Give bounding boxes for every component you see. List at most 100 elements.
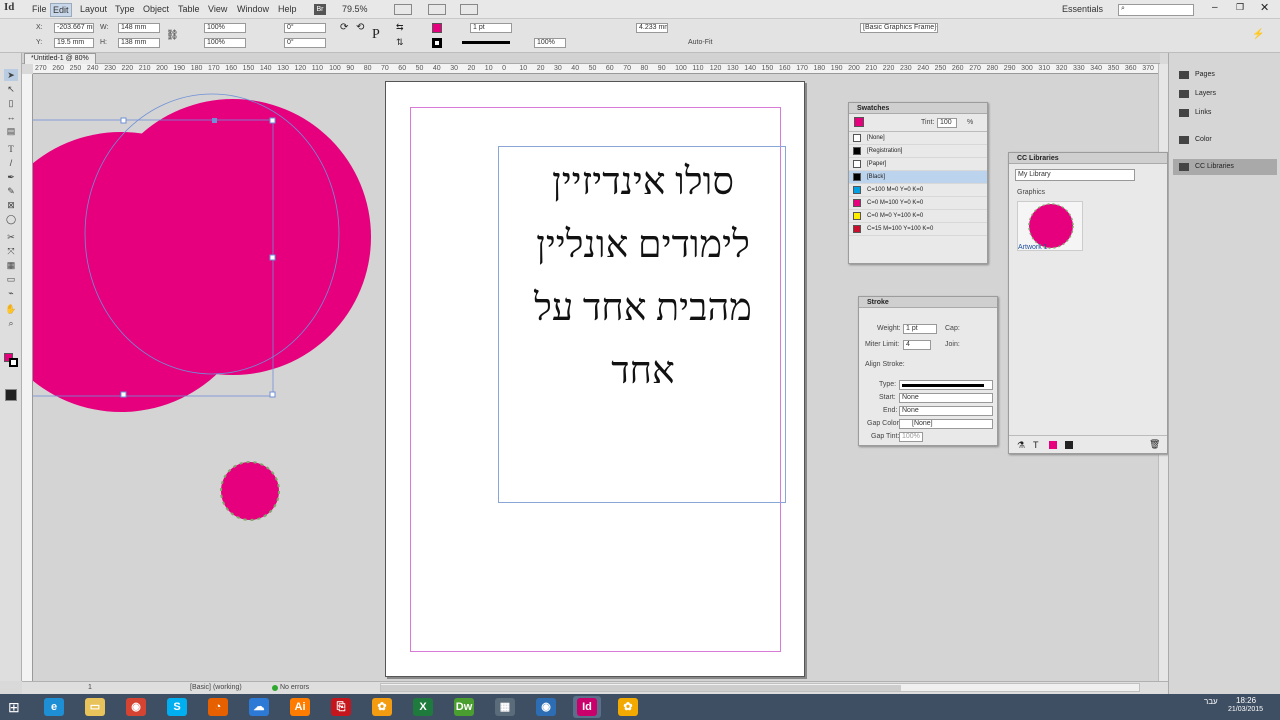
folder-icon[interactable]: ▭ — [81, 696, 109, 718]
dock-layers[interactable]: Layers — [1173, 86, 1277, 102]
graphic-icon[interactable] — [1065, 441, 1073, 449]
library-select[interactable]: My Library — [1015, 169, 1135, 181]
firefox-icon[interactable]: ◔ — [204, 696, 232, 718]
dock-cc-libraries[interactable]: CC Libraries — [1173, 159, 1277, 175]
ellipse-tool-icon[interactable]: ◯ — [4, 213, 18, 225]
pencil-tool-icon[interactable]: ✎ — [4, 185, 18, 197]
dock-links[interactable]: Links — [1173, 105, 1277, 121]
w-field[interactable]: 148 mm — [118, 23, 160, 33]
opacity-field[interactable]: 100% — [534, 38, 566, 48]
search-input[interactable]: ⌕ — [1118, 4, 1194, 16]
gap-tool-icon[interactable]: ↔ — [4, 111, 18, 123]
shear-field[interactable]: 0° — [284, 38, 326, 48]
menu-type[interactable]: Type — [113, 3, 137, 15]
swatch-row[interactable]: [Black] — [849, 171, 987, 184]
object-style-select[interactable]: [Basic Graphics Frame]+ — [860, 23, 938, 33]
view-options-icon[interactable] — [394, 4, 412, 15]
menu-file[interactable]: File — [30, 3, 49, 15]
start-button[interactable]: ⊞ — [8, 699, 24, 715]
chrome-icon[interactable]: ◉ — [122, 696, 150, 718]
pen-tool-icon[interactable]: ✒ — [4, 171, 18, 183]
swatches-panel-title[interactable]: Swatches — [849, 103, 987, 114]
flip-vertical-icon[interactable]: ⇅ — [396, 37, 404, 48]
ie-icon[interactable]: e — [40, 696, 68, 718]
start-select[interactable]: None — [899, 393, 993, 403]
bridge-button[interactable]: Br — [314, 4, 326, 15]
stroke-swatch[interactable] — [432, 38, 442, 48]
preflight-profile[interactable]: [Basic] (working) — [190, 684, 242, 691]
close-icon[interactable]: ✕ — [1260, 1, 1269, 14]
text-frame[interactable]: סולו אינדיזיין לימודים אונליין מהבית אחד… — [498, 146, 786, 503]
minimize-icon[interactable]: – — [1212, 2, 1218, 13]
miter-limit-field[interactable]: 4 — [903, 340, 931, 350]
add-content-icon[interactable]: ⚗ — [1017, 440, 1025, 451]
excel-icon[interactable]: X — [409, 696, 437, 718]
clock-date[interactable]: 21/03/2015 — [1228, 706, 1263, 713]
weight-field[interactable]: 1 pt — [903, 324, 937, 334]
direct-selection-tool-icon[interactable]: ↖ — [4, 83, 18, 95]
swatch-row[interactable]: C=0 M=0 Y=100 K=0 — [849, 210, 987, 223]
stroke-panel-title[interactable]: Stroke — [859, 297, 997, 308]
note-tool-icon[interactable]: ▭ — [4, 273, 18, 285]
swatch-row[interactable]: [None] — [849, 132, 987, 145]
color-icon[interactable] — [1049, 441, 1057, 449]
content-collector-icon[interactable]: ▤ — [4, 125, 18, 137]
arrange-documents-icon[interactable] — [460, 4, 478, 15]
calculator-icon[interactable]: ▦ — [491, 696, 519, 718]
menu-table[interactable]: Table — [176, 3, 202, 15]
document-page[interactable]: סולו אינדיזיין לימודים אונליין מהבית אחד… — [385, 81, 805, 677]
small-magenta-circle[interactable] — [219, 460, 281, 522]
cc-libraries-title[interactable]: CC Libraries — [1009, 153, 1167, 164]
maximize-icon[interactable]: ❐ — [1236, 2, 1244, 13]
screen-mode-icon[interactable] — [428, 4, 446, 15]
paint-icon[interactable]: ◉ — [532, 696, 560, 718]
dock-color[interactable]: Color — [1173, 132, 1277, 148]
page-number[interactable]: 1 — [88, 684, 92, 691]
rotate-icon[interactable]: ⟳ — [340, 22, 348, 33]
path-type-icon[interactable]: P — [372, 27, 380, 43]
swatch-row[interactable]: C=0 M=100 Y=0 K=0 — [849, 197, 987, 210]
acrobat-icon[interactable]: ⎘ — [327, 696, 355, 718]
gap-color-select[interactable]: [None] — [899, 419, 993, 429]
input-language[interactable]: עבר — [1204, 697, 1218, 706]
quick-apply-icon[interactable]: ⚡ — [1252, 29, 1264, 40]
scale-x-field[interactable]: 100% — [204, 23, 246, 33]
auto-fit-checkbox[interactable]: Auto-Fit — [688, 39, 713, 46]
zoom-tool-icon[interactable]: ⌕ — [4, 317, 18, 329]
dock-pages[interactable]: Pages — [1173, 67, 1277, 83]
app-icon[interactable]: ✿ — [368, 696, 396, 718]
end-select[interactable]: None — [899, 406, 993, 416]
fill-swatch[interactable] — [432, 23, 442, 33]
delete-icon[interactable]: 🗑 — [1149, 439, 1160, 450]
stroke-weight-field[interactable]: 1 pt — [470, 23, 512, 33]
free-transform-tool-icon[interactable]: ⤧ — [4, 245, 18, 257]
constrain-proportions-icon[interactable]: ⛓ — [166, 30, 179, 41]
circles-artwork[interactable] — [33, 74, 393, 414]
preflight-errors[interactable]: No errors — [280, 684, 309, 691]
toolbar-stroke-swatch[interactable] — [9, 358, 18, 367]
clock-time[interactable]: 18:26 — [1236, 696, 1256, 705]
menu-edit[interactable]: Edit — [50, 3, 72, 17]
type-tool-icon[interactable]: T — [4, 143, 18, 155]
swatch-row[interactable]: [Paper] — [849, 158, 987, 171]
document-tab[interactable]: *Untitled-1 @ 80% — [24, 53, 96, 64]
swatch-fill-icon[interactable] — [854, 117, 864, 127]
menu-help[interactable]: Help — [276, 3, 299, 15]
text-icon[interactable]: T — [1033, 440, 1039, 450]
app2-icon[interactable]: ✿ — [614, 696, 642, 718]
line-tool-icon[interactable]: / — [4, 157, 18, 169]
horizontal-scrollbar[interactable] — [380, 683, 1140, 692]
indesign-icon[interactable]: Id — [573, 696, 601, 718]
scale-y-field[interactable]: 100% — [204, 38, 246, 48]
flip-horizontal-icon[interactable]: ⇆ — [396, 22, 404, 33]
menu-object[interactable]: Object — [141, 3, 171, 15]
h-field[interactable]: 138 mm — [118, 38, 160, 48]
screen-mode-button[interactable] — [5, 389, 17, 401]
y-field[interactable]: 19.5 mm — [54, 38, 94, 48]
gap-tint-field[interactable]: 100% — [899, 432, 923, 442]
selection-tool-icon[interactable]: ➤ — [4, 69, 18, 81]
rectangle-frame-tool-icon[interactable]: ⊠ — [4, 199, 18, 211]
eyedropper-tool-icon[interactable]: ⌁ — [4, 287, 18, 299]
swatch-row[interactable]: [Registration] — [849, 145, 987, 158]
type-select[interactable] — [899, 380, 993, 390]
